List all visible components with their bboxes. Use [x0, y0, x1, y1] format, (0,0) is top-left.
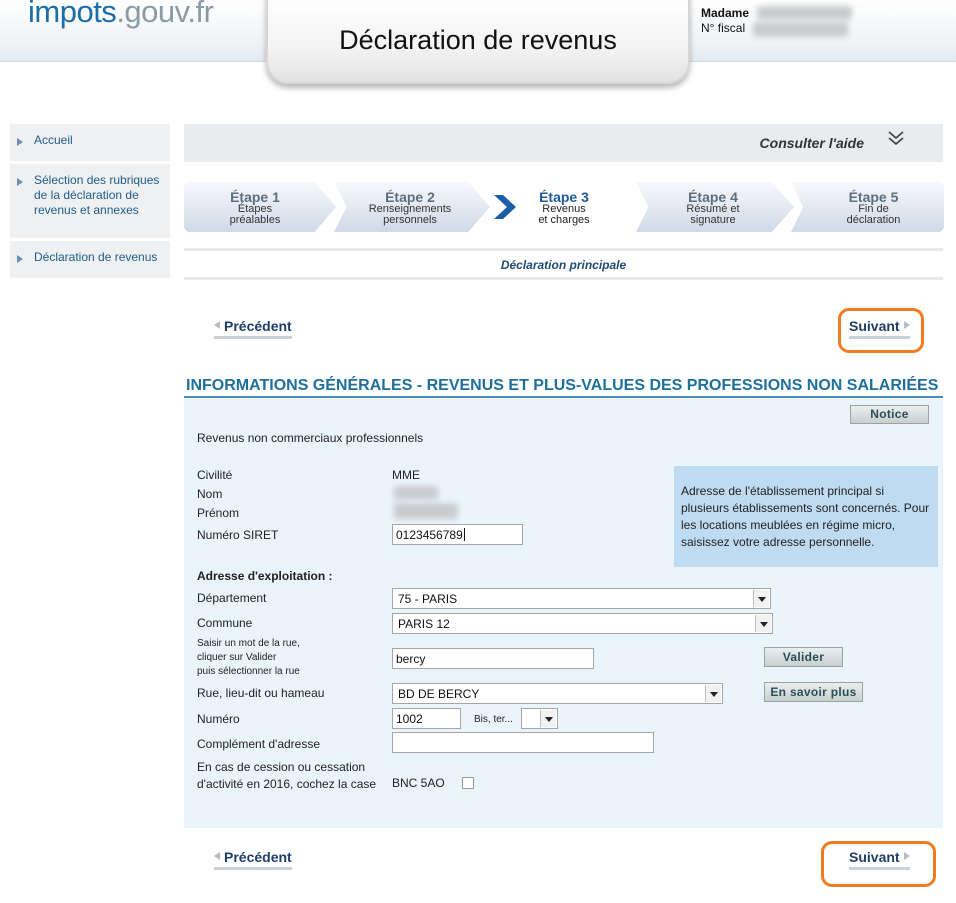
user-civility: Madame	[701, 6, 750, 20]
triangle-left-icon	[214, 852, 220, 860]
logo-text-fr: fr	[195, 0, 214, 29]
dropdown-arrow-icon[interactable]	[753, 590, 769, 607]
dropdown-arrow-icon[interactable]	[540, 710, 556, 727]
commune-label: Commune	[197, 616, 253, 630]
prenom-redacted	[394, 503, 458, 519]
user-info: Madame N° fiscal	[701, 6, 749, 36]
fiscal-number-label: N° fiscal	[701, 21, 746, 35]
address-heading: Adresse d'exploitation :	[197, 569, 333, 583]
help-bar: Consulter l'aide	[184, 124, 943, 162]
departement-select[interactable]: 75 - PARIS	[392, 588, 771, 609]
numero-label: Numéro	[197, 712, 240, 726]
previous-button-top[interactable]: Précédent	[214, 318, 292, 339]
numero-input[interactable]: 1002	[392, 708, 461, 729]
consulter-aide-link[interactable]: Consulter l'aide	[760, 135, 864, 151]
street-search-input[interactable]: bercy	[392, 648, 594, 669]
sidebar-item-selection-rubriques[interactable]: Sélection des rubriques de la déclaratio…	[10, 164, 170, 241]
commune-select[interactable]: PARIS 12	[392, 613, 773, 634]
commune-selected-value: PARIS 12	[398, 617, 450, 631]
step-3-current: Étape 3 Revenus et charges	[510, 182, 618, 232]
progress-steps: Étape 1 Étapes préalables Étape 2 Rensei…	[184, 182, 944, 232]
step-desc: signature	[690, 214, 736, 226]
user-name-redacted	[757, 6, 852, 20]
notice-label: Notice	[870, 407, 909, 421]
street-search-hint-1: Saisir un mot de la rue,	[197, 638, 300, 649]
sidebar: Accueil Sélection des rubriques de la dé…	[10, 124, 170, 281]
next-button-bottom[interactable]: Suivant	[849, 849, 910, 870]
street-search-hint-2: cliquer sur Valider	[197, 652, 277, 663]
complement-label: Complément d'adresse	[197, 737, 321, 751]
triangle-right-icon	[17, 138, 23, 146]
departement-selected-value: 75 - PARIS	[398, 592, 458, 606]
next-label: Suivant	[849, 849, 900, 865]
en-savoir-plus-label: En savoir plus	[770, 685, 857, 699]
page-title-tab: Déclaration de revenus	[266, 0, 690, 84]
step-desc: personnels	[383, 214, 437, 226]
form-subtitle: Revenus non commerciaux professionnels	[197, 431, 424, 445]
rue-label: Rue, lieu-dit ou hameau	[197, 686, 325, 700]
declaration-type-bar: Déclaration principale	[184, 248, 943, 280]
step-title: Étape 4	[688, 189, 738, 205]
en-savoir-plus-button[interactable]: En savoir plus	[764, 682, 863, 702]
rue-selected-value: BD DE BERCY	[398, 687, 480, 701]
street-search-hint-3: puis sélectionner la rue	[197, 666, 300, 677]
siret-input[interactable]: 0123456789	[392, 524, 523, 545]
cession-checkbox[interactable]	[462, 777, 474, 789]
step-title: Étape 3	[539, 189, 589, 205]
step-title: Étape 1	[230, 189, 280, 205]
civilite-label: Civilité	[197, 468, 233, 482]
triangle-left-icon	[214, 321, 220, 329]
sidebar-item-declaration-revenus[interactable]: Déclaration de revenus	[10, 241, 170, 281]
section-title: INFORMATIONS GÉNÉRALES - REVENUS ET PLUS…	[184, 377, 943, 398]
siret-label: Numéro SIRET	[197, 528, 279, 542]
triangle-right-icon	[17, 178, 23, 186]
step-title: Étape 2	[385, 189, 435, 205]
nom-label: Nom	[197, 487, 223, 501]
triangle-right-icon	[903, 321, 910, 329]
rue-select[interactable]: BD DE BERCY	[392, 683, 723, 704]
step-desc: et charges	[538, 214, 590, 226]
bis-ter-select[interactable]	[521, 708, 558, 729]
dropdown-arrow-icon[interactable]	[705, 685, 721, 702]
departement-label: Département	[197, 591, 267, 605]
step-4: Étape 4 Résumé et signature	[636, 182, 794, 232]
notice-button[interactable]: Notice	[850, 405, 929, 424]
step-1: Étape 1 Étapes préalables	[184, 182, 336, 232]
previous-label: Précédent	[224, 849, 292, 865]
next-button-top[interactable]: Suivant	[849, 318, 910, 339]
step-title: Étape 5	[848, 189, 899, 205]
sidebar-item-accueil[interactable]: Accueil	[10, 124, 170, 164]
sidebar-item-label: Sélection des rubriques de la déclaratio…	[34, 173, 160, 217]
nom-redacted	[394, 486, 438, 500]
address-info-box: Adresse de l'établissement principal si …	[674, 466, 938, 567]
sidebar-item-label: Accueil	[34, 133, 73, 147]
cession-code: BNC 5AO	[392, 776, 445, 790]
sidebar-item-label: Déclaration de revenus	[34, 250, 158, 264]
bis-ter-label: Bis, ter...	[474, 714, 513, 725]
step-desc: préalables	[229, 214, 281, 226]
step-5: Étape 5 Fin de déclaration	[791, 182, 944, 232]
impots-logo[interactable]: impots.gouv.fr	[28, 0, 214, 30]
previous-label: Précédent	[224, 318, 292, 334]
logo-text-impots: impots	[28, 0, 117, 29]
civilite-value: MME	[392, 468, 420, 482]
triangle-right-icon	[903, 852, 910, 860]
valider-label: Valider	[782, 650, 825, 664]
next-label: Suivant	[849, 318, 900, 334]
cession-label: En cas de cession ou cessation d'activit…	[197, 760, 377, 791]
logo-text-gouv: .gouv.	[116, 0, 196, 29]
text-caret	[463, 528, 465, 541]
page-title: Déclaration de revenus	[339, 25, 617, 55]
double-chevron-down-icon[interactable]	[887, 130, 905, 147]
prenom-label: Prénom	[197, 506, 240, 520]
complement-input[interactable]	[392, 732, 654, 753]
previous-button-bottom[interactable]: Précédent	[214, 849, 292, 870]
step-desc: déclaration	[846, 214, 901, 226]
fiscal-number-redacted	[753, 22, 848, 37]
step-2: Étape 2 Renseignements personnels	[334, 182, 490, 232]
declaration-type-label: Déclaration principale	[500, 258, 627, 272]
valider-button[interactable]: Valider	[764, 647, 843, 667]
triangle-right-icon	[17, 255, 23, 263]
dropdown-arrow-icon[interactable]	[755, 615, 771, 632]
